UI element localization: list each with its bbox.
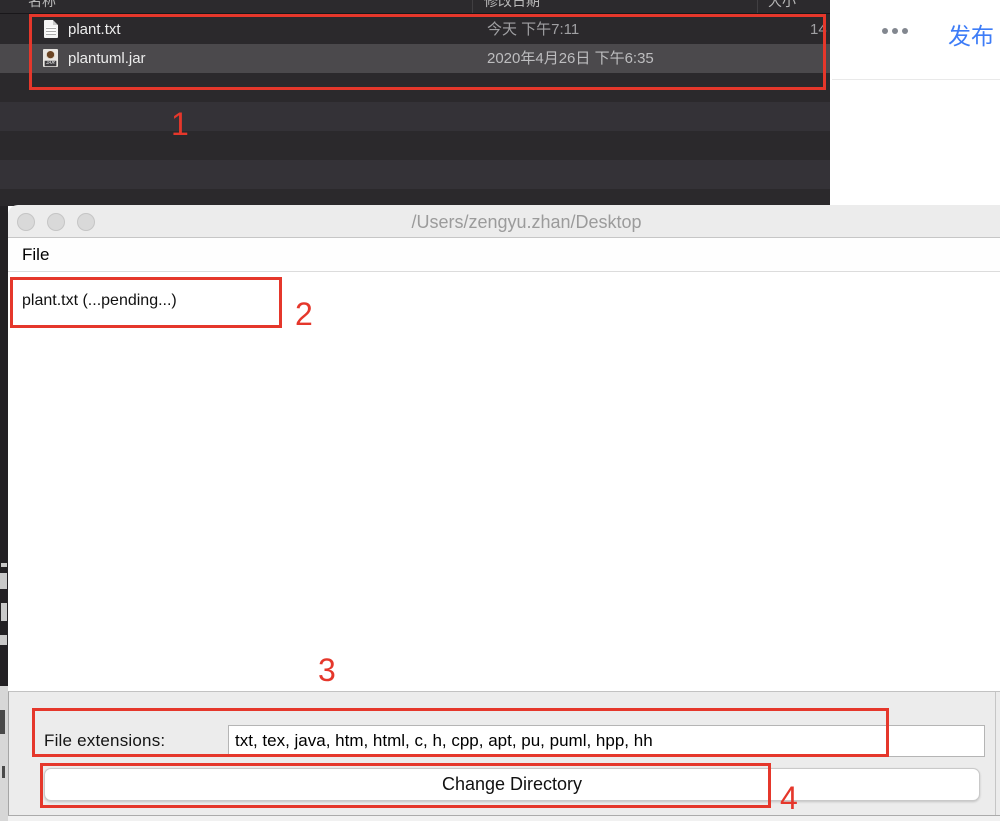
plantuml-menu-bar: File xyxy=(8,238,1000,272)
window-title: /Users/zengyu.zhan/Desktop xyxy=(411,212,642,232)
column-size[interactable]: 大小 xyxy=(768,0,796,11)
plantuml-content: plant.txt (...pending...) xyxy=(8,272,1000,691)
plantuml-title-bar: /Users/zengyu.zhan/Desktop xyxy=(8,205,1000,238)
divider xyxy=(832,79,1000,80)
column-name[interactable]: 名称 xyxy=(28,0,56,11)
column-divider xyxy=(757,0,758,13)
background-left-strip-bottom xyxy=(0,686,8,821)
panel-right-border xyxy=(995,692,996,815)
annotation-box-4 xyxy=(40,763,771,808)
more-options-icon[interactable] xyxy=(882,28,908,34)
annotation-box-2 xyxy=(10,277,282,328)
annotation-box-3 xyxy=(32,708,889,757)
background-left-strip xyxy=(0,205,8,686)
annotation-box-1 xyxy=(29,14,826,90)
column-date-modified[interactable]: 修改日期 xyxy=(484,0,540,11)
row-stripe xyxy=(0,102,830,131)
publish-button[interactable]: 发布 xyxy=(948,17,994,51)
webpage-header: 发布 xyxy=(830,0,1000,206)
annotation-label-4: 4 xyxy=(780,780,798,816)
annotation-label-1: 1 xyxy=(171,106,189,142)
row-stripe xyxy=(0,160,830,189)
finder-column-header: 名称 修改日期 大小 xyxy=(0,0,830,14)
annotation-label-3: 3 xyxy=(318,652,336,688)
menu-file[interactable]: File xyxy=(22,238,49,271)
window-bottom-edge xyxy=(8,815,1000,821)
column-divider xyxy=(472,0,473,13)
annotation-label-2: 2 xyxy=(295,296,313,332)
